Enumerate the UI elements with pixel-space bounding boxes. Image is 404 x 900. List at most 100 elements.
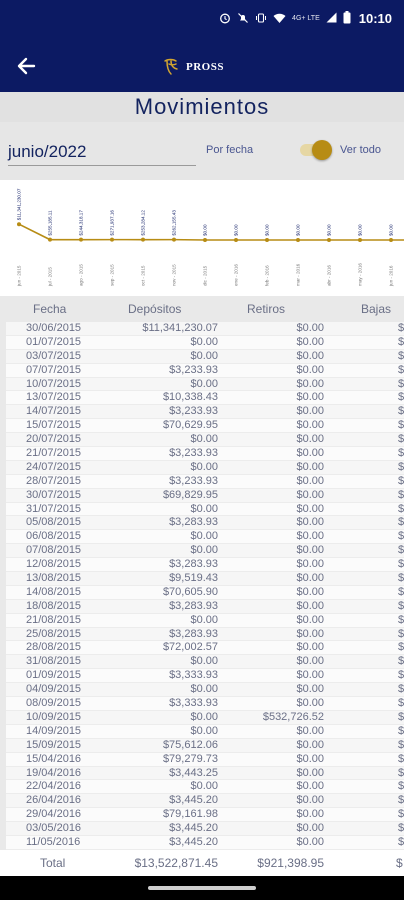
chart-point	[389, 238, 393, 242]
cell-retiros: $0.00	[296, 572, 324, 585]
cell-bajas-cutoff: $	[398, 447, 404, 460]
movements-chart: $11,341,230.07 jun - 2015 $255,185.11 jul -…	[0, 184, 404, 292]
cell-fecha: 01/09/2015	[26, 669, 82, 682]
cell-bajas-cutoff: $	[398, 738, 404, 751]
cell-fecha: 31/07/2015	[26, 502, 82, 515]
app-bar: PROSS	[0, 40, 404, 92]
cell-retiros: $0.00	[296, 822, 324, 835]
cell-bajas-cutoff: $	[398, 502, 404, 515]
movements-table: Fecha Depósitos Retiros Bajas 30/06/2015…	[0, 296, 404, 876]
table-row: 05/08/2015 $3,283.93 $0.00 $	[6, 516, 404, 531]
cell-fecha: 11/05/2016	[26, 835, 81, 848]
table-row: 14/07/2015 $3,233.93 $0.00 $	[6, 405, 404, 420]
cell-bajas-cutoff: $	[398, 322, 404, 334]
cell-fecha: 26/04/2016	[26, 794, 82, 807]
cell-bajas-cutoff: $	[398, 794, 404, 807]
table-row: 11/05/2016 $3,445.20 $0.00 $	[6, 835, 404, 850]
chart-x-tick-label: mar - 2016	[296, 263, 301, 286]
cell-retiros: $0.00	[296, 460, 324, 473]
cell-retiros: $0.00	[296, 558, 324, 571]
table-row: 22/04/2016 $0.00 $0.00 $	[6, 780, 404, 795]
chart-data-label: $255,185.11	[48, 210, 53, 236]
cell-retiros: $0.00	[296, 391, 324, 404]
cell-fecha: 18/08/2015	[26, 599, 82, 612]
cell-depositos: $3,333.93	[169, 669, 218, 682]
chart-point	[296, 238, 300, 242]
cell-bajas-cutoff: $	[398, 627, 404, 640]
signal-icon	[326, 12, 337, 25]
cell-fecha: 05/08/2015	[26, 516, 82, 529]
cell-retiros: $0.00	[296, 530, 324, 543]
cell-depositos: $3,283.93	[169, 599, 218, 612]
table-row: 20/07/2015 $0.00 $0.00 $	[6, 433, 404, 448]
home-gesture-bar[interactable]	[148, 886, 256, 890]
totals-bajas-cutoff: $	[396, 856, 403, 870]
cell-bajas-cutoff: $	[398, 391, 404, 404]
cell-fecha: 06/08/2015	[26, 530, 82, 543]
cell-depositos: $3,283.93	[169, 558, 218, 571]
chart-point	[17, 222, 21, 227]
table-row: 14/09/2015 $0.00 $0.00 $	[6, 724, 404, 739]
cell-depositos: $11,341,230.07	[142, 322, 218, 334]
table-row: 13/08/2015 $9,519.43 $0.00 $	[6, 572, 404, 586]
cell-bajas-cutoff: $	[398, 516, 404, 529]
chart-point	[327, 238, 331, 242]
cell-fecha: 14/08/2015	[26, 585, 82, 598]
chart-point	[203, 238, 207, 242]
cell-bajas-cutoff: $	[398, 335, 404, 348]
cell-depositos: $0.00	[190, 710, 218, 723]
cell-retiros: $0.00	[296, 808, 324, 821]
cell-fecha: 14/07/2015	[26, 405, 82, 418]
back-button[interactable]	[10, 50, 42, 82]
cell-fecha: 30/06/2015	[26, 322, 82, 334]
cell-retiros: $0.00	[296, 669, 324, 682]
table-row: 24/07/2015 $0.00 $0.00 $	[6, 460, 404, 475]
table-row: 07/07/2015 $3,233.93 $0.00 $	[6, 363, 404, 378]
cell-bajas-cutoff: $	[398, 613, 404, 626]
table-row: 18/08/2015 $3,283.93 $0.00 $	[6, 599, 404, 614]
chart-point	[358, 238, 362, 242]
cell-bajas-cutoff: $	[398, 488, 404, 501]
chart-x-tick-label: jun - 2015	[17, 265, 22, 287]
cell-depositos: $79,279.73	[162, 752, 218, 765]
chart-x-tick-label: nov - 2015	[172, 264, 177, 286]
chart-point	[141, 237, 145, 242]
cell-depositos: $70,629.95	[162, 419, 218, 432]
alarm-icon	[219, 12, 231, 26]
cell-retiros: $0.00	[296, 766, 324, 779]
cell-bajas-cutoff: $	[398, 349, 404, 362]
totals-retiros: $921,398.95	[257, 856, 324, 870]
cell-bajas-cutoff: $	[398, 558, 404, 571]
table-row: 26/04/2016 $3,445.20 $0.00 $	[6, 794, 404, 809]
cell-depositos: $70,605.90	[162, 585, 218, 598]
cell-depositos: $3,283.93	[169, 627, 218, 640]
cell-depositos: $3,233.93	[169, 363, 218, 376]
cell-retiros: $0.00	[296, 752, 324, 765]
chart-point	[48, 237, 52, 242]
filter-bar: junio/2022 Por fecha Ver todo	[0, 122, 404, 180]
cell-retiros: $0.00	[296, 780, 324, 793]
chart-svg: $11,341,230.07 jun - 2015 $255,185.11 jul -…	[17, 188, 404, 287]
cell-fecha: 30/07/2015	[26, 488, 82, 501]
chart-x-tick-label: abr - 2016	[327, 265, 332, 286]
cell-fecha: 28/07/2015	[26, 474, 82, 487]
cell-depositos: $0.00	[190, 502, 218, 515]
table-row: 14/08/2015 $70,605.90 $0.00 $	[6, 585, 404, 600]
cell-depositos: $3,233.93	[169, 405, 218, 418]
table-row: 21/07/2015 $3,233.93 $0.00 $	[6, 447, 404, 461]
cell-fecha: 10/09/2015	[26, 710, 82, 723]
cell-depositos: $79,161.98	[162, 808, 218, 821]
cell-depositos: $3,445.20	[169, 822, 218, 835]
table-body: 30/06/2015 $11,341,230.07 $0.00 $01/07/2015…	[6, 322, 404, 850]
chart-point	[265, 238, 269, 242]
col-header-fecha: Fecha	[33, 302, 67, 316]
chart-data-label: $244,318.17	[79, 210, 84, 236]
table-row: 15/07/2015 $70,629.95 $0.00 $	[6, 419, 404, 434]
cell-depositos: $0.00	[190, 724, 218, 737]
chart-data-label: $0.00	[265, 224, 270, 236]
cell-retiros: $0.00	[296, 683, 324, 696]
cell-bajas-cutoff: $	[398, 683, 404, 696]
cell-depositos: $3,443.25	[169, 766, 218, 779]
date-picker-field[interactable]: junio/2022	[8, 142, 196, 166]
ver-todo-toggle[interactable]	[300, 140, 332, 160]
